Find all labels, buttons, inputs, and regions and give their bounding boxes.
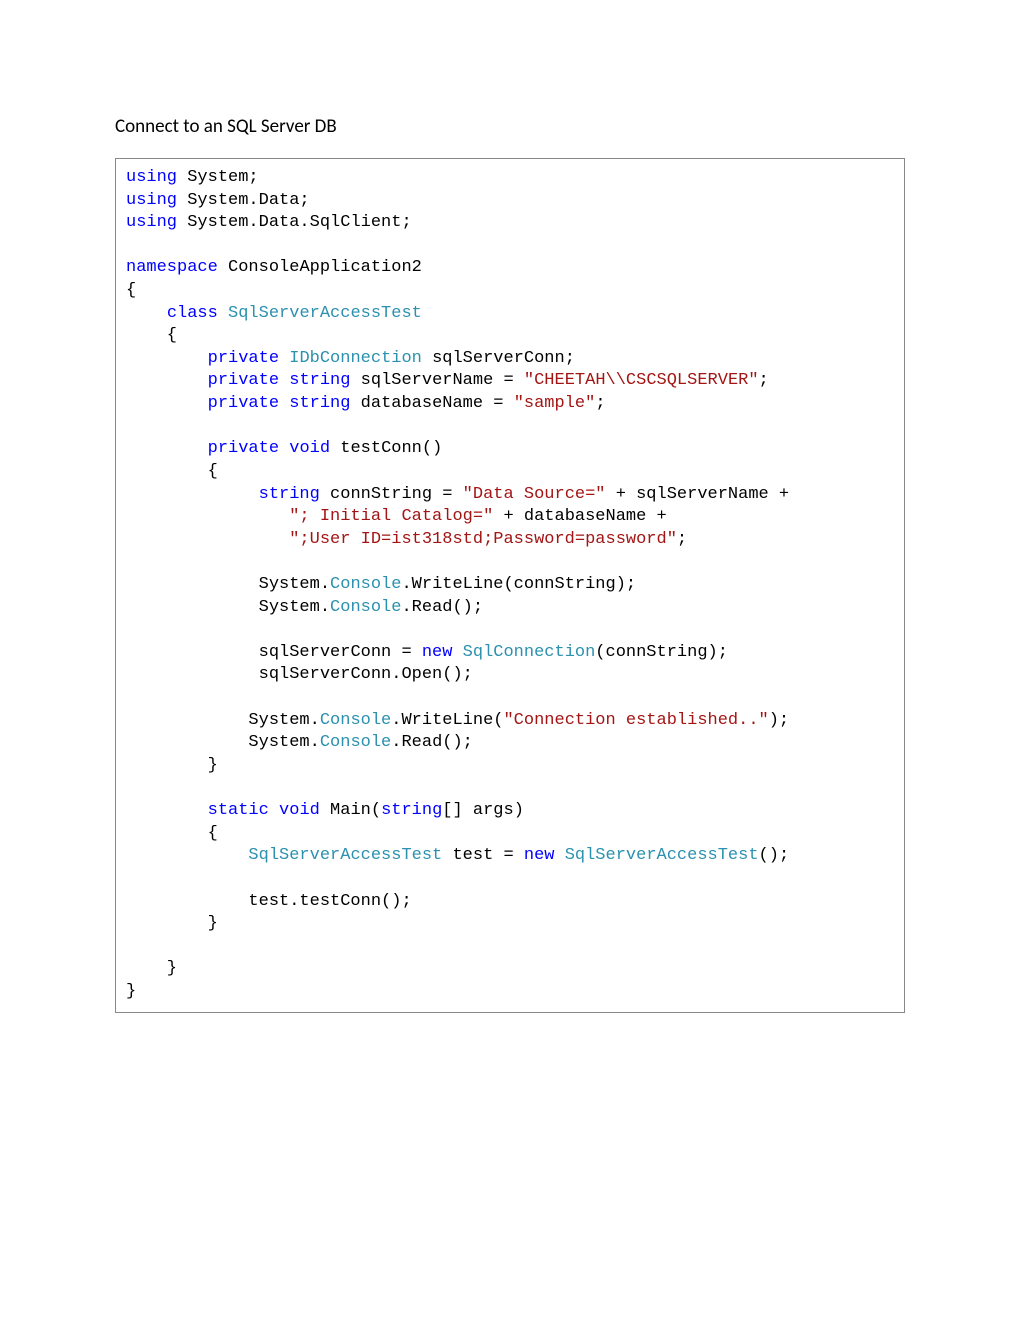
typ-class-3: SqlServerAccessTest bbox=[565, 846, 759, 865]
kw-using-1: using bbox=[126, 168, 177, 187]
kw-private-2: private bbox=[208, 371, 279, 390]
mtd-testconn: testConn() bbox=[330, 439, 442, 458]
kw-string-4: string bbox=[381, 801, 442, 820]
semi3: ; bbox=[677, 530, 687, 549]
mtd-main: Main( bbox=[320, 801, 381, 820]
kw-new-2: new bbox=[524, 846, 555, 865]
indent3a-2 bbox=[126, 575, 259, 594]
kw-string-2: string bbox=[289, 394, 350, 413]
kw-void-2: void bbox=[279, 801, 320, 820]
typ-idb: IDbConnection bbox=[289, 349, 422, 368]
semi2: ; bbox=[595, 394, 605, 413]
kw-new-1: new bbox=[422, 643, 453, 662]
brace-open2: { bbox=[126, 326, 177, 345]
ns-system: System; bbox=[177, 168, 259, 187]
indent3c-2: System. bbox=[126, 733, 320, 752]
sp2 bbox=[279, 349, 289, 368]
test-call: test.testConn(); bbox=[126, 892, 412, 911]
sp7 bbox=[269, 801, 279, 820]
rd-1: .Read(); bbox=[401, 598, 483, 617]
brace-open3: { bbox=[126, 462, 218, 481]
str-est: "Connection established.." bbox=[503, 711, 768, 730]
ns-system-data: System.Data; bbox=[177, 191, 310, 210]
sp4 bbox=[279, 394, 289, 413]
kw-class: class bbox=[167, 304, 218, 323]
brace-close: } bbox=[126, 982, 136, 1001]
typ-class-2: SqlServerAccessTest bbox=[248, 846, 442, 865]
typ-sqlconn: SqlConnection bbox=[463, 643, 596, 662]
str-db: "sample" bbox=[514, 394, 596, 413]
str-ic: "; Initial Catalog=" bbox=[289, 507, 493, 526]
kw-private-3: private bbox=[208, 394, 279, 413]
main-args: [] args) bbox=[442, 801, 524, 820]
typ-console-3: Console bbox=[320, 711, 391, 730]
fld-srv-pre: sqlServerName = bbox=[350, 371, 523, 390]
sp5 bbox=[279, 439, 289, 458]
indent2c bbox=[126, 394, 208, 413]
brace-close3-2: } bbox=[126, 914, 218, 933]
conn-mid2: + databaseName + bbox=[493, 507, 666, 526]
semi1: ; bbox=[759, 371, 769, 390]
sp1 bbox=[218, 304, 228, 323]
sp3 bbox=[279, 371, 289, 390]
indent2a bbox=[126, 349, 208, 368]
indent3a-1 bbox=[126, 485, 259, 504]
test-decl: test = bbox=[442, 846, 524, 865]
brace-close2: } bbox=[126, 959, 177, 978]
indent3a-5 bbox=[126, 665, 259, 684]
code-block: using System; using System.Data; using S… bbox=[115, 158, 905, 1013]
indent3b-1 bbox=[126, 507, 289, 526]
indent3a-3 bbox=[126, 598, 259, 617]
sp8 bbox=[555, 846, 565, 865]
brace-open: { bbox=[126, 281, 136, 300]
wl-est-post: ); bbox=[769, 711, 789, 730]
typ-console-4: Console bbox=[320, 733, 391, 752]
document-page: Connect to an SQL Server DB using System… bbox=[0, 0, 1020, 1013]
fld-conn: sqlServerConn; bbox=[422, 349, 575, 368]
kw-string-1: string bbox=[289, 371, 350, 390]
typ-console-2: Console bbox=[330, 598, 401, 617]
kw-using-2: using bbox=[126, 191, 177, 210]
conn-pre: connString = bbox=[320, 485, 463, 504]
indent2b bbox=[126, 371, 208, 390]
fld-db-pre: databaseName = bbox=[350, 394, 513, 413]
brace-close3-1: } bbox=[126, 756, 218, 775]
str-ds: "Data Source=" bbox=[463, 485, 606, 504]
indent1 bbox=[126, 304, 167, 323]
typ-class: SqlServerAccessTest bbox=[228, 304, 422, 323]
indent3c-1: System. bbox=[126, 711, 320, 730]
indent2d bbox=[126, 439, 208, 458]
typ-console-1: Console bbox=[330, 575, 401, 594]
ns-name: ConsoleApplication2 bbox=[218, 258, 422, 277]
indent3a-4 bbox=[126, 643, 259, 662]
kw-private-4: private bbox=[208, 439, 279, 458]
kw-using-3: using bbox=[126, 213, 177, 232]
page-title: Connect to an SQL Server DB bbox=[115, 115, 905, 138]
str-srv: "CHEETAH\\CSCSQLSERVER" bbox=[524, 371, 759, 390]
brace-open3-2: { bbox=[126, 824, 218, 843]
str-uid: ";User ID=ist318std;Password=password" bbox=[289, 530, 677, 549]
indent3b-2 bbox=[126, 530, 289, 549]
kw-private-1: private bbox=[208, 349, 279, 368]
kw-void-1: void bbox=[289, 439, 330, 458]
kw-namespace: namespace bbox=[126, 258, 218, 277]
wl-conn: .WriteLine(connString); bbox=[401, 575, 636, 594]
ns-system-data-sqlclient: System.Data.SqlClient; bbox=[177, 213, 412, 232]
indent2e bbox=[126, 801, 208, 820]
ctor-call: (); bbox=[759, 846, 790, 865]
kw-static: static bbox=[208, 801, 269, 820]
rd-2: .Read(); bbox=[391, 733, 473, 752]
wl-est-pre: .WriteLine( bbox=[391, 711, 503, 730]
sp6 bbox=[452, 643, 462, 662]
kw-string-3: string bbox=[259, 485, 320, 504]
indent3-1 bbox=[126, 846, 248, 865]
sqlconn-args: (connString); bbox=[595, 643, 728, 662]
conn-mid1: + sqlServerName + bbox=[606, 485, 790, 504]
